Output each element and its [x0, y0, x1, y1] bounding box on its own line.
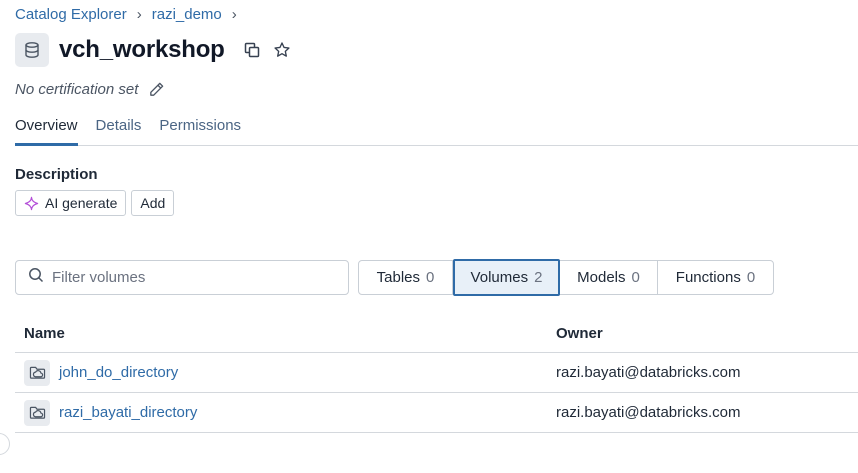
- breadcrumb-separator: ›: [136, 6, 142, 23]
- segment-tables-label: Tables: [376, 269, 420, 286]
- database-icon: [15, 33, 49, 67]
- filter-volumes-field[interactable]: [15, 260, 349, 295]
- title-row: vch_workshop: [15, 32, 295, 68]
- segment-tables[interactable]: Tables 0: [359, 261, 453, 294]
- segment-models-label: Models: [577, 269, 626, 286]
- segment-models[interactable]: Models 0: [560, 261, 658, 294]
- column-header-owner[interactable]: Owner: [556, 325, 858, 342]
- segment-volumes[interactable]: Volumes 2: [453, 259, 560, 296]
- page-title: vch_workshop: [59, 36, 225, 63]
- name-cell: john_do_directory: [15, 359, 556, 386]
- segment-volumes-label: Volumes: [470, 269, 529, 286]
- breadcrumb-separator: ›: [231, 6, 237, 23]
- table-header: Name Owner: [15, 315, 858, 353]
- owner-cell: razi.bayati@databricks.com: [556, 364, 741, 381]
- certification-text: No certification set: [15, 80, 139, 98]
- tab-permissions[interactable]: Permissions: [159, 116, 241, 146]
- tab-bar: Overview Details Permissions: [15, 116, 858, 146]
- certification-row: No certification set: [15, 79, 166, 99]
- breadcrumb-razi-demo[interactable]: razi_demo: [152, 6, 222, 23]
- breadcrumb: Catalog Explorer › razi_demo ›: [15, 6, 247, 23]
- table-row: razi_bayati_directory razi.bayati@databr…: [15, 393, 858, 433]
- volumes-table: Name Owner john_do_directory razi.bayati…: [15, 315, 858, 433]
- add-description-button[interactable]: Add: [131, 190, 175, 216]
- ai-generate-button[interactable]: AI generate: [15, 190, 127, 216]
- segment-volumes-count: 2: [534, 269, 543, 286]
- segment-tables-count: 0: [426, 269, 435, 286]
- copy-icon[interactable]: [239, 37, 265, 63]
- star-icon[interactable]: [269, 37, 295, 63]
- asset-type-selector: Tables 0 Volumes 2 Models 0 Functions 0: [358, 259, 774, 296]
- segment-functions-count: 0: [746, 269, 756, 286]
- tab-overview[interactable]: Overview: [15, 116, 78, 146]
- filter-volumes-input[interactable]: [52, 269, 332, 286]
- volume-folder-icon: [24, 399, 50, 426]
- search-icon: [28, 267, 44, 288]
- description-actions: AI generate Add: [15, 190, 175, 216]
- breadcrumb-catalog-explorer[interactable]: Catalog Explorer: [15, 6, 127, 23]
- volume-link[interactable]: razi_bayati_directory: [59, 404, 197, 421]
- segment-functions-label: Functions: [675, 269, 741, 286]
- volume-link[interactable]: john_do_directory: [59, 364, 178, 381]
- help-button[interactable]: [0, 433, 10, 455]
- volume-folder-icon: [24, 359, 50, 386]
- ai-generate-label: AI generate: [45, 195, 118, 211]
- column-header-name[interactable]: Name: [15, 325, 556, 342]
- pencil-icon[interactable]: [146, 79, 166, 99]
- table-row: john_do_directory razi.bayati@databricks…: [15, 353, 858, 393]
- segment-models-count: 0: [631, 269, 640, 286]
- owner-cell: razi.bayati@databricks.com: [556, 404, 741, 421]
- sparkle-icon: [24, 196, 39, 211]
- name-cell: razi_bayati_directory: [15, 399, 556, 426]
- tab-details[interactable]: Details: [96, 116, 142, 146]
- description-label: Description: [15, 166, 98, 183]
- segment-functions[interactable]: Functions 0: [658, 261, 773, 294]
